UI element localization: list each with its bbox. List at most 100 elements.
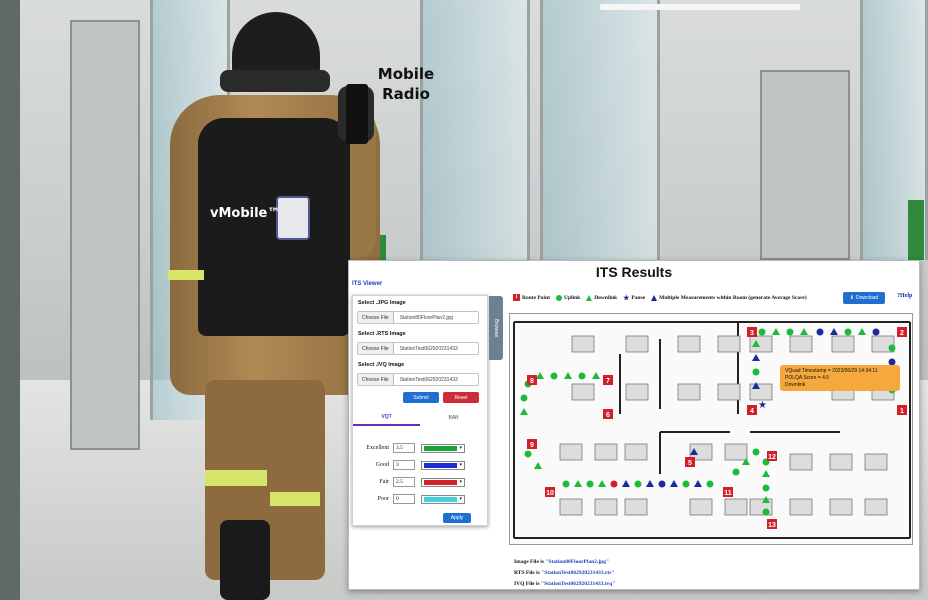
threshold-color-select[interactable]: ▾ [421, 494, 465, 504]
color-swatch [424, 462, 458, 468]
multiple-marker[interactable] [658, 480, 666, 488]
route-point-marker[interactable]: 13 [767, 519, 777, 529]
its-viewer-label: ITS Viewer [352, 281, 383, 287]
route-point-marker[interactable]: 2 [897, 327, 907, 337]
svg-text:6: 6 [606, 412, 610, 419]
uplink-marker[interactable] [578, 372, 586, 380]
tab-bab[interactable]: BAB [420, 410, 487, 426]
route-point-marker[interactable]: 6 [603, 409, 613, 419]
desk [594, 498, 618, 516]
jpg-file-input[interactable]: Choose File Station80FloorPlan2.jpg [357, 311, 479, 324]
downlink-marker[interactable] [646, 480, 654, 487]
downlink-icon [586, 294, 593, 301]
apply-button[interactable]: Apply [443, 513, 471, 523]
downlink-marker[interactable] [592, 372, 600, 379]
control-panel: Select .JPG Image Choose File Station80F… [352, 295, 488, 526]
pause-marker[interactable]: ★ [758, 400, 767, 411]
submit-button[interactable]: Submit [403, 392, 439, 403]
ivq-file-input[interactable]: Choose File StationTest062920231433 [357, 373, 479, 386]
uplink-marker[interactable] [732, 468, 740, 476]
route-point-marker[interactable]: 1 [897, 405, 907, 415]
multiple-marker[interactable] [610, 480, 618, 488]
uplink-marker[interactable] [550, 372, 558, 380]
downlink-marker[interactable] [520, 408, 528, 415]
downlink-marker[interactable] [752, 354, 760, 361]
threshold-value-input[interactable]: 2.5 [393, 477, 415, 487]
tab-vqt[interactable]: VQT [353, 410, 420, 426]
route-point-marker[interactable]: 3 [747, 327, 757, 337]
chevron-down-icon: ▾ [459, 446, 462, 451]
route-point-marker[interactable]: 7 [603, 375, 613, 385]
pause-star-icon: ★ [623, 293, 630, 302]
downlink-marker[interactable] [598, 480, 606, 487]
route-point-marker[interactable]: 4 [747, 405, 757, 415]
ivq-label: Select .IVQ Image [358, 362, 405, 368]
uplink-marker[interactable] [524, 450, 532, 458]
downlink-marker[interactable] [670, 480, 678, 487]
route-point-marker[interactable]: 8 [527, 375, 537, 385]
downlink-marker[interactable] [694, 480, 702, 487]
threshold-value-input[interactable]: 3.5 [393, 443, 415, 453]
route-point-marker[interactable]: 5 [685, 457, 695, 467]
uplink-marker[interactable] [786, 328, 794, 336]
svg-text:1: 1 [900, 408, 904, 415]
uplink-marker[interactable] [586, 480, 594, 488]
uplink-marker[interactable] [520, 394, 528, 402]
green-sign [380, 235, 386, 260]
help-link[interactable]: ?Help [897, 293, 912, 299]
downlink-marker[interactable] [564, 372, 572, 379]
uplink-marker[interactable] [562, 480, 570, 488]
choose-file-button[interactable]: Choose File [358, 374, 394, 385]
desk [624, 443, 648, 461]
uplink-marker[interactable] [752, 448, 760, 456]
uplink-marker[interactable] [706, 480, 714, 488]
choose-file-button[interactable]: Choose File [358, 312, 394, 323]
multiple-marker[interactable] [872, 328, 880, 336]
reset-button[interactable]: Reset [443, 392, 479, 403]
threshold-row: Fair 2.5 ▾ [353, 476, 489, 488]
threshold-color-select[interactable]: ▾ [421, 460, 465, 470]
downlink-marker[interactable] [536, 372, 544, 379]
downlink-marker[interactable] [858, 328, 866, 335]
route-point-marker[interactable]: 11 [723, 487, 733, 497]
uplink-marker[interactable] [762, 508, 770, 516]
route-point-marker[interactable]: 12 [767, 451, 777, 461]
route-point-marker[interactable]: 10 [545, 487, 555, 497]
svg-text:9: 9 [530, 442, 534, 449]
downlink-marker[interactable] [622, 480, 630, 487]
rts-file-input[interactable]: Choose File StationTest062920231433 [357, 342, 479, 355]
svg-text:4: 4 [750, 408, 754, 415]
choose-file-button[interactable]: Choose File [358, 343, 394, 354]
threshold-value-input[interactable]: 0 [393, 494, 415, 504]
left-wall [0, 0, 20, 600]
rts-label: Select .RTS Image [358, 331, 406, 337]
downlink-marker[interactable] [534, 462, 542, 469]
downlink-marker[interactable] [574, 480, 582, 487]
page-title: ITS Results [595, 264, 673, 280]
tooltip-timestamp: VQuad Timestamp = 2023/06/29 14:34:11 [785, 368, 878, 374]
downlink-marker[interactable] [762, 470, 770, 477]
downlink-marker[interactable] [772, 328, 780, 335]
uplink-marker[interactable] [758, 328, 766, 336]
download-button[interactable]: ⬇ Download [843, 292, 885, 304]
uplink-marker[interactable] [752, 368, 760, 376]
uplink-marker[interactable] [634, 480, 642, 488]
browse-tab[interactable]: Browse [489, 296, 503, 360]
downlink-marker[interactable] [800, 328, 808, 335]
desk [677, 383, 701, 401]
threshold-color-select[interactable]: ▾ [421, 443, 465, 453]
vmobile-label: vMobile™ [210, 206, 281, 221]
svg-text:5: 5 [688, 460, 692, 467]
uplink-marker[interactable] [682, 480, 690, 488]
uplink-marker[interactable] [762, 484, 770, 492]
ceiling-light [600, 4, 800, 10]
threshold-color-select[interactable]: ▾ [421, 477, 465, 487]
uplink-marker[interactable] [844, 328, 852, 336]
downlink-marker[interactable] [830, 328, 838, 335]
threshold-value-input[interactable]: 3 [393, 460, 415, 470]
ivq-file-name: StationTest062920231433 [399, 376, 458, 383]
uplink-marker[interactable] [888, 344, 896, 352]
multiple-marker[interactable] [816, 328, 824, 336]
legend-downlink: Downlink [586, 294, 617, 301]
route-point-marker[interactable]: 9 [527, 439, 537, 449]
